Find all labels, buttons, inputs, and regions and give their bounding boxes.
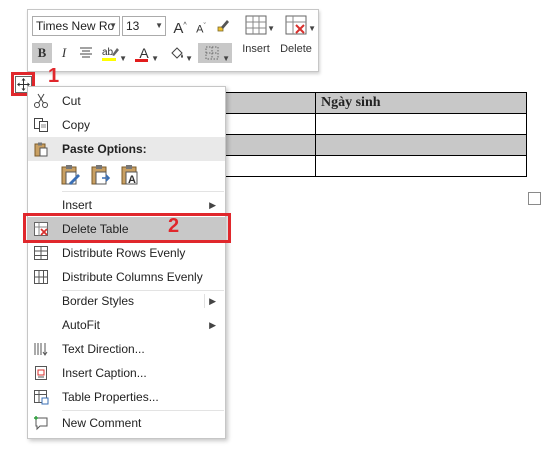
- menu-item-label: Copy: [62, 118, 91, 132]
- borders-button[interactable]: ▼: [198, 43, 232, 63]
- menu-item-distribute-rows[interactable]: Distribute Rows Evenly: [28, 241, 225, 265]
- highlighter-icon: ab: [102, 47, 119, 61]
- table-row: [225, 113, 527, 135]
- table-resize-handle[interactable]: [528, 192, 541, 205]
- highlight-color-button[interactable]: ab ▼: [98, 43, 127, 63]
- font-size-value: 13: [126, 19, 140, 33]
- menu-item-border-styles[interactable]: Border Styles ▶: [28, 289, 225, 313]
- context-menu: Cut Copy Paste Options: A Insert ▶ Delet…: [27, 86, 226, 439]
- font-size-dropdown[interactable]: 13 ▼: [122, 16, 166, 36]
- table-row: [225, 134, 527, 156]
- menu-item-label: Border Styles: [62, 294, 135, 308]
- menu-item-label: New Comment: [62, 416, 142, 430]
- table-cell[interactable]: [225, 155, 316, 177]
- chevron-down-icon: ▼: [267, 24, 275, 33]
- shading-button[interactable]: ▼: [164, 43, 193, 63]
- menu-separator: [62, 191, 224, 192]
- svg-text:ab: ab: [102, 47, 114, 58]
- chevron-down-icon: ▼: [308, 24, 316, 33]
- copy-icon: [34, 118, 48, 132]
- menu-item-distribute-columns[interactable]: Distribute Columns Evenly: [28, 265, 225, 289]
- shrink-font-button[interactable]: Aˇ: [191, 17, 211, 37]
- table-cell[interactable]: [315, 134, 527, 156]
- delete-label: Delete: [280, 43, 312, 55]
- document-table: Ngày sinh: [225, 92, 527, 177]
- bold-button[interactable]: B: [32, 43, 52, 63]
- menu-item-label: Paste Options:: [62, 142, 147, 156]
- menu-item-text-direction[interactable]: Text Direction...: [28, 337, 225, 361]
- table-header-cell[interactable]: Ngày sinh: [315, 92, 527, 114]
- align-center-icon: [80, 47, 92, 58]
- menu-item-label: Insert Caption...: [62, 366, 147, 380]
- menu-item-new-comment[interactable]: New Comment: [28, 411, 225, 435]
- insert-table-icon: [245, 15, 267, 35]
- submenu-arrow-icon: ▶: [209, 296, 216, 306]
- table-cell[interactable]: [225, 92, 316, 114]
- menu-item-label: Table Properties...: [62, 390, 159, 404]
- clipboard-icon: [34, 142, 48, 157]
- borders-icon: [205, 46, 219, 60]
- paste-merge-icon: [91, 165, 111, 185]
- menu-item-insert-caption[interactable]: Insert Caption...: [28, 361, 225, 385]
- paste-text-only-button[interactable]: A: [120, 163, 142, 187]
- delete-button[interactable]: ▼ Delete: [278, 14, 316, 66]
- annotation-number-1: 1: [48, 65, 60, 87]
- annotation-number-2: 2: [168, 215, 180, 237]
- menu-header-paste-options: Paste Options:: [28, 137, 225, 161]
- scissors-icon: [34, 93, 48, 108]
- menu-item-copy[interactable]: Copy: [28, 113, 225, 137]
- menu-item-label: Distribute Columns Evenly: [62, 270, 203, 284]
- paste-keep-formatting-button[interactable]: [60, 163, 82, 187]
- format-painter-icon: [217, 20, 229, 32]
- center-align-button[interactable]: [76, 43, 96, 63]
- svg-text:A: A: [128, 174, 136, 186]
- delete-table-icon: [285, 15, 307, 35]
- insert-label: Insert: [242, 43, 270, 55]
- text-direction-icon: [34, 343, 48, 356]
- chevron-down-icon: ▼: [155, 21, 163, 30]
- insert-caption-icon: [35, 366, 47, 380]
- grow-font-button[interactable]: A^: [170, 16, 190, 37]
- paste-merge-formatting-button[interactable]: [90, 163, 112, 187]
- table-cell[interactable]: [315, 155, 527, 177]
- table-cell[interactable]: [225, 134, 316, 156]
- paste-keep-source-icon: [61, 165, 80, 185]
- paint-bucket-icon: [171, 47, 183, 59]
- menu-item-label: AutoFit: [62, 318, 101, 332]
- table-cell[interactable]: [225, 113, 316, 135]
- submenu-arrow-icon: ▶: [209, 320, 216, 330]
- table-properties-icon: [34, 390, 49, 405]
- format-painter-button[interactable]: [213, 16, 233, 36]
- insert-button[interactable]: ▼ Insert: [239, 14, 275, 66]
- italic-button[interactable]: I: [54, 43, 74, 63]
- table-row: [225, 155, 527, 177]
- menu-item-autofit[interactable]: AutoFit ▶: [28, 313, 225, 337]
- menu-item-label: Distribute Rows Evenly: [62, 246, 186, 260]
- paste-text-only-icon: A: [121, 165, 138, 186]
- menu-item-label: Text Direction...: [62, 342, 145, 356]
- chevron-down-icon: ▼: [109, 21, 117, 30]
- table-cell[interactable]: [315, 113, 527, 135]
- mini-toolbar: Times New Ro ▼ 13 ▼ A^ Aˇ ▼ Insert ▼ Del…: [27, 9, 319, 72]
- font-color-bar: [135, 59, 148, 62]
- new-comment-icon: [34, 416, 48, 431]
- menu-item-table-properties[interactable]: Table Properties...: [28, 385, 225, 409]
- menu-item-cut[interactable]: Cut: [28, 89, 225, 113]
- table-row: Ngày sinh: [225, 92, 527, 114]
- menu-item-label: Cut: [62, 94, 81, 108]
- annotation-box-2: [23, 213, 231, 243]
- distribute-rows-icon: [34, 246, 48, 260]
- font-color-button[interactable]: A ▼: [132, 43, 159, 63]
- distribute-columns-icon: [34, 270, 48, 284]
- font-name-value: Times New Ro: [36, 19, 115, 33]
- font-name-dropdown[interactable]: Times New Ro ▼: [32, 16, 120, 36]
